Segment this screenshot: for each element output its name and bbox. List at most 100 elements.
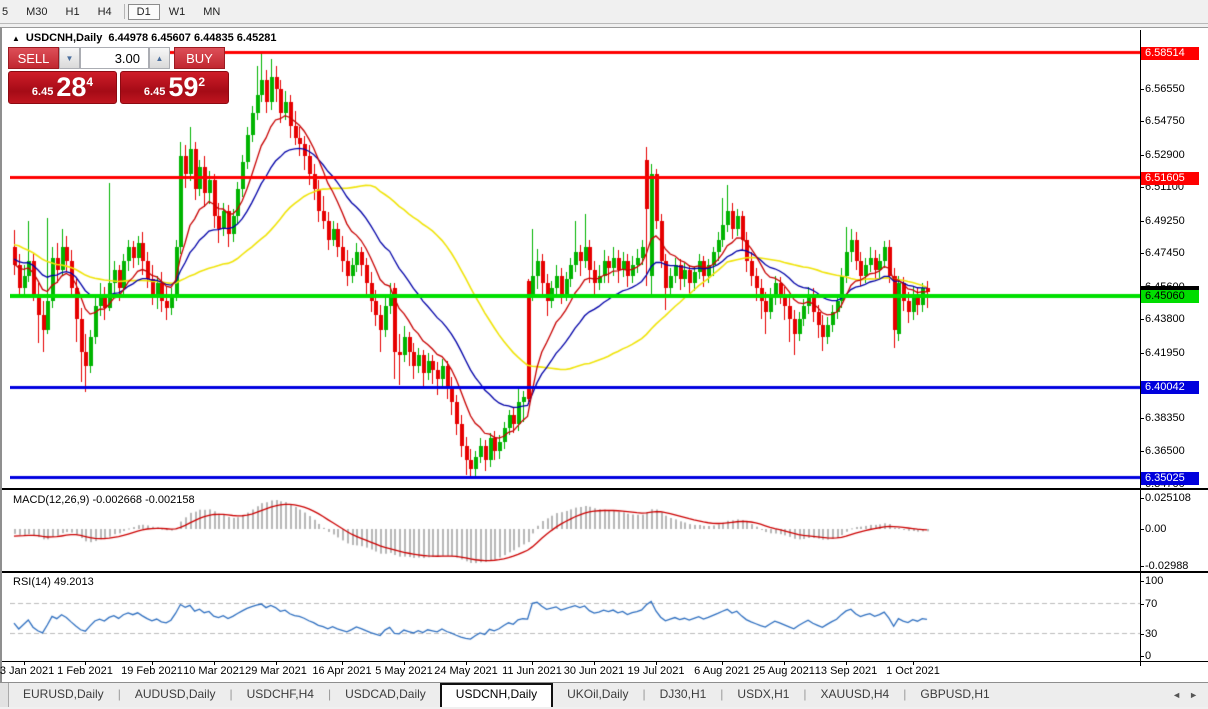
chart-tab-xauusd-h4[interactable]: XAUUSD,H4 <box>807 683 904 707</box>
level-price-badge: 6.35025 <box>1141 472 1199 485</box>
timeframe-toolbar: 5M30H1H4 D1W1MN <box>0 0 1208 24</box>
date-tick-label: 24 May 2021 <box>434 665 498 677</box>
tab-scroll-arrows: ◄ ► <box>1172 683 1208 707</box>
price-chart-canvas[interactable] <box>10 46 1140 488</box>
date-tick-mark <box>214 661 215 665</box>
chart-tab-dj30-h1[interactable]: DJ30,H1 <box>646 683 721 707</box>
price-axis-line <box>1140 30 1141 666</box>
macd-label: MACD(12,26,9) -0.002668 -0.002158 <box>13 494 195 506</box>
date-tick-mark <box>722 661 723 665</box>
price-tick-label: 6.52900 <box>1145 149 1185 161</box>
axis-tick-mark <box>1140 319 1144 320</box>
axis-tick-mark <box>1140 187 1144 188</box>
buy-price-box[interactable]: 6.45 59 2 <box>120 71 229 104</box>
pane-separator <box>2 661 1208 662</box>
sell-price-pips: 28 <box>56 74 86 101</box>
chart-tab-bar: EURUSD,Daily|AUDUSD,Daily|USDCHF,H4|USDC… <box>0 682 1208 707</box>
date-tick-mark <box>342 661 343 665</box>
price-tick-label: 6.54750 <box>1145 115 1185 127</box>
date-tick-label: 13 Sep 2021 <box>815 665 877 677</box>
date-tick-label: 6 Aug 2021 <box>694 665 750 677</box>
rsi-tick-label: 0 <box>1145 650 1151 662</box>
level-price-badge: 6.40042 <box>1141 381 1199 394</box>
price-tick-label: 6.47450 <box>1145 247 1185 259</box>
tab-scroll-right-icon[interactable]: ► <box>1189 690 1198 700</box>
axis-tick-mark <box>1140 221 1144 222</box>
tab-scroll-left-icon[interactable]: ◄ <box>1172 690 1181 700</box>
date-tick-label: 13 Jan 2021 <box>0 665 54 677</box>
lot-size-input[interactable]: 3.00 <box>80 47 149 69</box>
spin-up-icon: ▲ <box>156 54 164 63</box>
price-tick-label: 6.41950 <box>1145 347 1185 359</box>
tabs-holder: EURUSD,Daily|AUDUSD,Daily|USDCHF,H4|USDC… <box>9 683 1004 707</box>
rsi-tick-label: 100 <box>1145 575 1163 587</box>
level-price-badge: 6.51605 <box>1141 172 1199 185</box>
chart-window: ▲ USDCNH,Daily 6.44978 6.45607 6.44835 6… <box>0 27 1208 683</box>
date-tick-label: 19 Jul 2021 <box>628 665 685 677</box>
axis-tick-mark <box>1140 656 1144 657</box>
chart-tab-audusd-daily[interactable]: AUDUSD,Daily <box>121 683 230 707</box>
date-tick-mark <box>846 661 847 665</box>
axis-tick-mark <box>1140 529 1144 530</box>
buy-price-prefix: 6.45 <box>144 86 165 98</box>
level-price-badge: 6.58514 <box>1141 47 1199 60</box>
axis-tick-mark <box>1140 566 1144 567</box>
date-tick-mark <box>532 661 533 665</box>
price-tick-label: 6.56550 <box>1145 83 1185 95</box>
timeframe-button-MN[interactable]: MN <box>194 4 229 20</box>
date-tick-label: 19 Feb 2021 <box>121 665 183 677</box>
axis-tick-mark <box>1140 418 1144 419</box>
chart-tab-ukoil-daily[interactable]: UKOil,Daily <box>553 683 642 707</box>
chart-tab-eurusd-daily[interactable]: EURUSD,Daily <box>9 683 118 707</box>
timeframe-button-5[interactable]: 5 <box>0 4 17 20</box>
axis-tick-mark <box>1140 155 1144 156</box>
sell-price-point: 4 <box>86 75 93 89</box>
timeframe-button-D1[interactable]: D1 <box>128 4 160 20</box>
timeframe-button-W1[interactable]: W1 <box>160 4 195 20</box>
sell-price-box[interactable]: 6.45 28 4 <box>8 71 117 104</box>
collapse-panel-icon[interactable]: ▲ <box>12 34 20 43</box>
date-tick-label: 30 Jun 2021 <box>564 665 625 677</box>
one-click-trade-panel: SELL ▼ 3.00 ▲ BUY 6.45 28 4 6.45 59 2 <box>8 47 229 104</box>
level-price-badge: 6.45060 <box>1141 290 1199 303</box>
axis-tick-mark <box>1140 89 1144 90</box>
chart-tab-usdcad-daily[interactable]: USDCAD,Daily <box>331 683 440 707</box>
spin-down-icon: ▼ <box>66 54 74 63</box>
buy-price-point: 2 <box>198 75 205 89</box>
date-tick-label: 1 Oct 2021 <box>886 665 940 677</box>
date-tick-label: 25 Aug 2021 <box>753 665 815 677</box>
chart-tab-gbpusd-h1[interactable]: GBPUSD,H1 <box>906 683 1003 707</box>
pane-separator[interactable] <box>2 488 1208 490</box>
chart-tab-usdchf-h4[interactable]: USDCHF,H4 <box>233 683 328 707</box>
date-tick-mark <box>85 661 86 665</box>
timeframe-button-H1[interactable]: H1 <box>57 4 89 20</box>
date-tick-mark <box>656 661 657 665</box>
date-tick-mark <box>152 661 153 665</box>
rsi-tick-label: 30 <box>1145 628 1157 640</box>
pane-separator[interactable] <box>2 571 1208 573</box>
price-tick-label: 6.49250 <box>1145 215 1185 227</box>
axis-tick-mark <box>1140 451 1144 452</box>
axis-tick-mark <box>1140 498 1144 499</box>
timeframe-button-M30[interactable]: M30 <box>17 4 56 20</box>
buy-button[interactable]: BUY <box>174 47 225 69</box>
rsi-indicator-canvas[interactable] <box>10 574 1140 661</box>
lot-decrease-button[interactable]: ▼ <box>59 47 80 69</box>
axis-tick-mark <box>1140 121 1144 122</box>
macd-tick-label: 0.00 <box>1145 523 1166 535</box>
timeframe-button-H4[interactable]: H4 <box>89 4 121 20</box>
price-tick-label: 6.36500 <box>1145 445 1185 457</box>
chart-tab-usdcnh-daily[interactable]: USDCNH,Daily <box>440 683 553 707</box>
date-tick-label: 16 Apr 2021 <box>312 665 371 677</box>
axis-tick-mark <box>1140 253 1144 254</box>
macd-tick-label: -0.02988 <box>1145 560 1188 572</box>
date-tick-mark <box>24 661 25 665</box>
macd-tick-label: 0.025108 <box>1145 492 1191 504</box>
sell-button[interactable]: SELL <box>8 47 59 69</box>
chart-title: ▲ USDCNH,Daily 6.44978 6.45607 6.44835 6… <box>12 32 277 44</box>
lot-increase-button[interactable]: ▲ <box>149 47 170 69</box>
sell-price-prefix: 6.45 <box>32 86 53 98</box>
axis-tick-mark <box>1140 634 1144 635</box>
toolbar-separator <box>124 4 125 19</box>
chart-tab-usdx-h1[interactable]: USDX,H1 <box>723 683 803 707</box>
